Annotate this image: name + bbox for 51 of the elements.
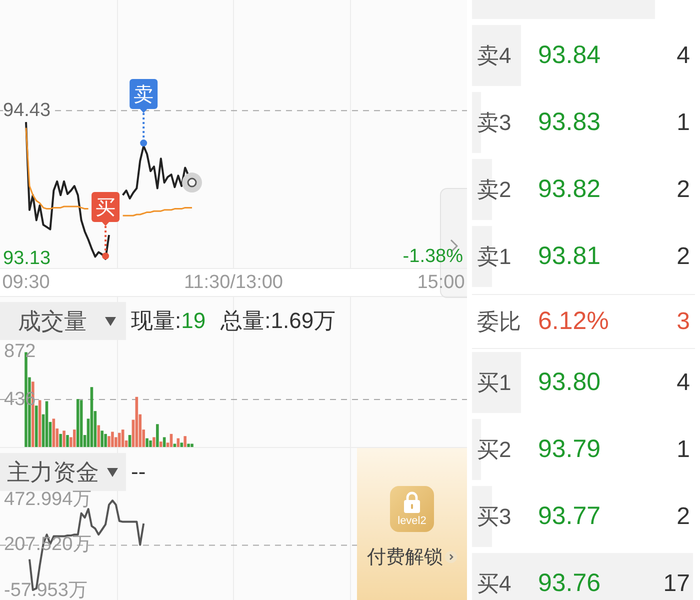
funds-scale-label: 472.994万 bbox=[4, 491, 92, 509]
price-scale-label: 93.13 bbox=[3, 250, 51, 268]
caret-icon bbox=[107, 468, 118, 476]
ratio-label: 委比 bbox=[477, 308, 521, 336]
indicator-dropdown[interactable]: 成交量 bbox=[0, 302, 126, 340]
level-label: 买3 bbox=[477, 502, 512, 530]
level-label: 卖1 bbox=[477, 242, 512, 270]
buy-signal-marker bbox=[92, 192, 120, 260]
time-label: 11:30/13:00 bbox=[184, 274, 283, 292]
change-percent: -1.38% bbox=[402, 248, 463, 266]
level-label: 买2 bbox=[477, 436, 512, 464]
volume-text: 4 bbox=[676, 42, 690, 70]
level-label: 卖4 bbox=[477, 42, 512, 70]
current-volume-text: 现量:19 bbox=[131, 307, 206, 335]
level-label: 买1 bbox=[477, 368, 512, 396]
funds-value: -- bbox=[131, 459, 146, 485]
funds-scale-label: -57.953万 bbox=[4, 582, 88, 600]
price-text: 93.82 bbox=[538, 175, 601, 204]
price-text: 93.79 bbox=[538, 435, 601, 464]
total-volume-text: 总量:1.69万 bbox=[220, 307, 336, 335]
time-label: 15:00 bbox=[417, 274, 465, 292]
lock-icon bbox=[403, 491, 421, 513]
annotation: 卖 bbox=[134, 84, 154, 106]
current-point-icon bbox=[182, 172, 202, 193]
volume-text: 4 bbox=[676, 368, 690, 396]
volume-scale-label: 872 bbox=[4, 343, 36, 361]
volume-text: 2 bbox=[676, 176, 690, 204]
indicator-dropdown[interactable]: 主力资金 bbox=[0, 453, 126, 491]
price-text: 93.84 bbox=[538, 41, 601, 70]
volume-text: 2 bbox=[676, 502, 690, 530]
badge-label: level2 bbox=[398, 515, 426, 527]
price-text: 93.83 bbox=[538, 108, 601, 137]
chevron-right-icon bbox=[445, 551, 457, 563]
level-label: 卖3 bbox=[477, 108, 512, 136]
sell-signal-marker bbox=[130, 79, 158, 147]
volume-text: 17 bbox=[663, 570, 690, 598]
ratio-value: 6.12% bbox=[538, 307, 609, 336]
price-text: 93.80 bbox=[538, 368, 601, 397]
price-text: 93.81 bbox=[538, 242, 601, 271]
level-label: 卖2 bbox=[477, 176, 512, 204]
unlock-button[interactable]: 付费解锁 bbox=[367, 544, 457, 570]
volume-text: 1 bbox=[676, 436, 690, 464]
volume-text: 1 bbox=[676, 108, 690, 136]
volume-text: 2 bbox=[676, 242, 690, 270]
price-text: 93.76 bbox=[538, 569, 601, 598]
price-text: 93.77 bbox=[538, 502, 601, 531]
annotation: 买 bbox=[96, 197, 116, 219]
ratio-volume: 3 bbox=[676, 308, 690, 336]
level-label: 买4 bbox=[477, 570, 512, 598]
time-label: 09:30 bbox=[2, 274, 50, 292]
caret-icon bbox=[105, 316, 116, 326]
